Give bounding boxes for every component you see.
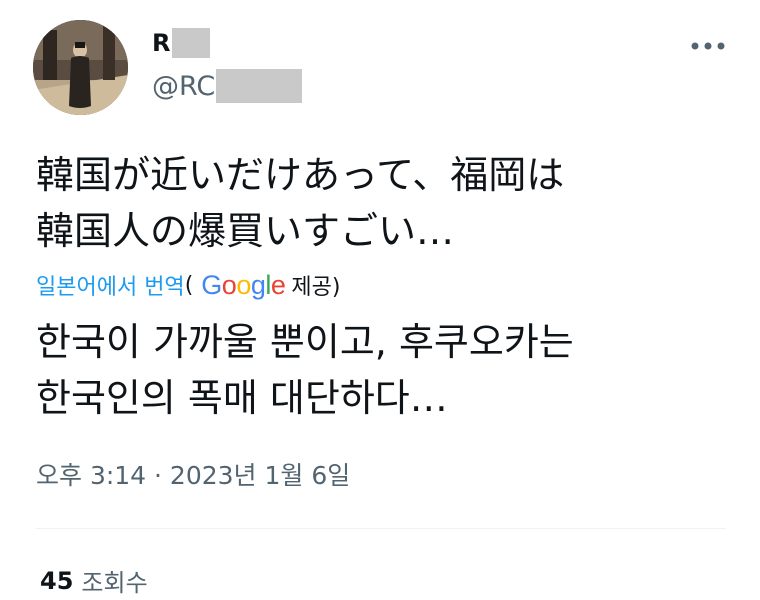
- google-letter: g: [250, 269, 266, 300]
- avatar[interactable]: [33, 20, 128, 115]
- views-count: 45: [40, 566, 74, 595]
- translated-text-line: 한국이 가까울 뿐이고, 후쿠오카는: [36, 320, 574, 364]
- google-letter: o: [221, 269, 237, 300]
- translate-provided-label: 제공): [291, 275, 341, 300]
- translated-text-line: 한국인의 폭매 대단하다…: [36, 376, 448, 420]
- author-name-row[interactable]: R: [152, 26, 211, 60]
- more-options-button[interactable]: [688, 34, 728, 58]
- views-label: 조회수: [81, 569, 148, 597]
- views-stat[interactable]: 45 조회수: [40, 563, 148, 598]
- translated-text: 한국이 가까울 뿐이고, 후쿠오카는 한국인의 폭매 대단하다…: [36, 314, 736, 426]
- tweet-timestamp[interactable]: 오후 3:14 · 2023년 1월 6일: [36, 456, 350, 492]
- author-handle[interactable]: @RC: [152, 71, 215, 102]
- handle-redaction: [216, 69, 303, 103]
- avatar-photo: [33, 20, 128, 115]
- translate-paren-open: (: [184, 272, 194, 298]
- tweet-text-line: 韓国人の爆買いすごい…: [36, 209, 455, 253]
- author-display-name[interactable]: R: [152, 29, 170, 57]
- name-redaction: [172, 28, 211, 58]
- google-letter: o: [236, 269, 251, 300]
- translate-link[interactable]: 일본어에서 번역: [36, 269, 185, 301]
- tweet-text: 韓国が近いだけあって、福岡は 韓国人の爆買いすごい…: [36, 147, 736, 259]
- author-handle-row[interactable]: @RC: [152, 68, 303, 104]
- translation-attribution: 일본어에서 번역 ( Google 제공): [36, 268, 341, 302]
- google-logo: Google: [201, 269, 286, 301]
- more-horizontal-icon: [691, 42, 725, 50]
- google-letter: e: [270, 269, 286, 300]
- tweet-text-line: 韓国が近いだけあって、福岡は: [36, 153, 565, 197]
- google-letter: G: [201, 269, 222, 300]
- divider: [36, 528, 726, 529]
